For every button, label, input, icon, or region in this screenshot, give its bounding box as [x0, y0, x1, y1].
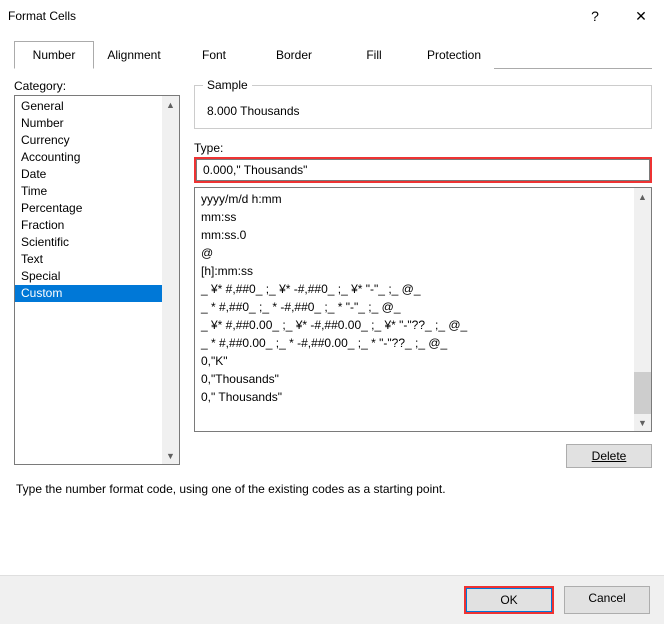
format-item[interactable]: _ * #,##0.00_ ;_ * -#,##0.00_ ;_ * "-"??…	[201, 334, 651, 352]
category-column: Category: General Number Currency Accoun…	[14, 79, 180, 468]
tabs: Number Alignment Font Border Fill Protec…	[14, 40, 652, 69]
category-item-currency[interactable]: Currency	[15, 132, 179, 149]
tab-border[interactable]: Border	[254, 41, 334, 69]
formats-scrollbar[interactable]: ▲ ▼	[634, 188, 651, 431]
format-item[interactable]: _ * #,##0_ ;_ * -#,##0_ ;_ * "-"_ ;_ @_	[201, 298, 651, 316]
format-item[interactable]: mm:ss.0	[201, 226, 651, 244]
category-item-special[interactable]: Special	[15, 268, 179, 285]
format-item[interactable]: _ ¥* #,##0_ ;_ ¥* -#,##0_ ;_ ¥* "-"_ ;_ …	[201, 280, 651, 298]
format-item[interactable]: 0,"K"	[201, 352, 651, 370]
scroll-up-icon[interactable]: ▲	[162, 96, 179, 113]
tab-alignment[interactable]: Alignment	[94, 41, 174, 69]
format-item[interactable]: mm:ss	[201, 208, 651, 226]
close-button[interactable]: ✕	[618, 0, 664, 32]
category-item-scientific[interactable]: Scientific	[15, 234, 179, 251]
scroll-track[interactable]	[162, 113, 179, 447]
titlebar: Format Cells ? ✕	[0, 0, 664, 32]
category-item-general[interactable]: General	[15, 98, 179, 115]
delete-button[interactable]: Delete	[566, 444, 652, 468]
sample-group: Sample 8.000 Thousands	[194, 85, 652, 129]
category-list[interactable]: General Number Currency Accounting Date …	[14, 95, 180, 465]
category-scrollbar[interactable]: ▲ ▼	[162, 96, 179, 464]
category-label: Category:	[14, 79, 180, 93]
sample-label: Sample	[203, 78, 252, 92]
dialog-footer: OK Cancel	[0, 575, 664, 624]
category-item-custom[interactable]: Custom	[15, 285, 179, 302]
sample-value: 8.000 Thousands	[207, 104, 639, 118]
hint-text: Type the number format code, using one o…	[16, 482, 652, 496]
type-input[interactable]	[196, 159, 650, 181]
category-item-percentage[interactable]: Percentage	[15, 200, 179, 217]
format-item[interactable]: [h]:mm:ss	[201, 262, 651, 280]
type-label: Type:	[194, 141, 652, 155]
type-input-highlight	[194, 157, 652, 183]
tab-font[interactable]: Font	[174, 41, 254, 69]
scroll-track[interactable]	[634, 205, 651, 414]
category-item-accounting[interactable]: Accounting	[15, 149, 179, 166]
tab-body: Category: General Number Currency Accoun…	[14, 69, 652, 468]
category-item-time[interactable]: Time	[15, 183, 179, 200]
scroll-down-icon[interactable]: ▼	[162, 447, 179, 464]
tab-fill[interactable]: Fill	[334, 41, 414, 69]
scroll-up-icon[interactable]: ▲	[634, 188, 651, 205]
ok-button[interactable]: OK	[466, 588, 552, 612]
window-title: Format Cells	[8, 9, 572, 23]
dialog-content: Number Alignment Font Border Fill Protec…	[0, 32, 664, 496]
cancel-button[interactable]: Cancel	[564, 586, 650, 614]
help-button[interactable]: ?	[572, 0, 618, 32]
category-item-number[interactable]: Number	[15, 115, 179, 132]
tab-protection[interactable]: Protection	[414, 41, 494, 69]
tab-number[interactable]: Number	[14, 41, 94, 69]
ok-button-highlight: OK	[464, 586, 554, 614]
format-item[interactable]: 0,"Thousands"	[201, 370, 651, 388]
right-column: Sample 8.000 Thousands Type: yyyy/m/d h:…	[194, 79, 652, 468]
category-item-fraction[interactable]: Fraction	[15, 217, 179, 234]
scroll-down-icon[interactable]: ▼	[634, 414, 651, 431]
category-item-text[interactable]: Text	[15, 251, 179, 268]
format-item[interactable]: @	[201, 244, 651, 262]
format-item[interactable]: yyyy/m/d h:mm	[201, 190, 651, 208]
format-item[interactable]: _ ¥* #,##0.00_ ;_ ¥* -#,##0.00_ ;_ ¥* "-…	[201, 316, 651, 334]
format-item[interactable]: 0," Thousands"	[201, 388, 651, 406]
category-item-date[interactable]: Date	[15, 166, 179, 183]
scroll-thumb[interactable]	[634, 372, 651, 414]
formats-list[interactable]: yyyy/m/d h:mm mm:ss mm:ss.0 @ [h]:mm:ss …	[194, 187, 652, 432]
